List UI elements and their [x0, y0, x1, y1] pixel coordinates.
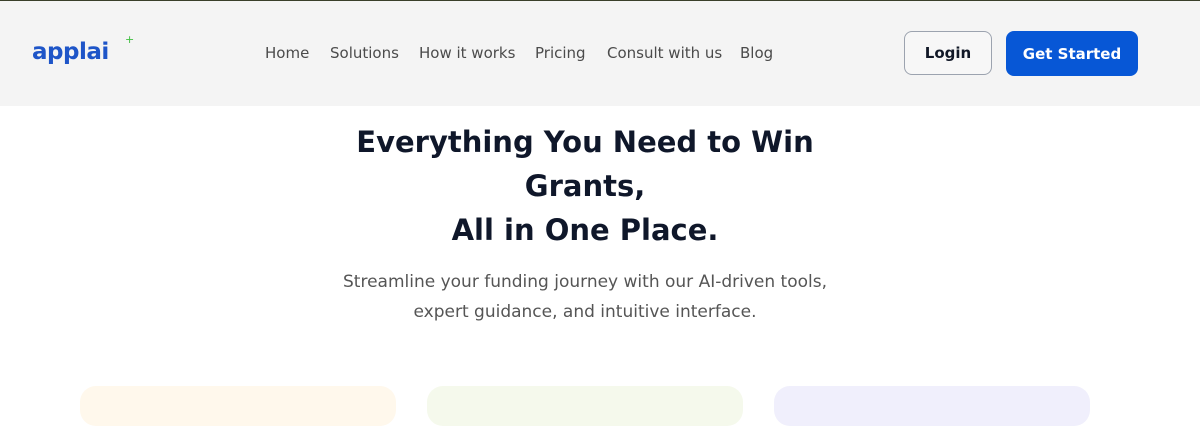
logo-sparkle-icon: +	[125, 33, 135, 46]
feature-card	[427, 386, 743, 426]
hero-subtitle-line: Streamline your funding journey with our…	[343, 272, 827, 292]
nav-pricing[interactable]: Pricing	[535, 44, 586, 62]
hero-subtitle: Streamline your funding journey with our…	[285, 267, 885, 327]
get-started-button[interactable]: Get Started	[1006, 31, 1138, 76]
hero-title-line: All in One Place.	[451, 213, 719, 247]
nav-consult[interactable]: Consult with us	[607, 44, 722, 62]
feature-card	[774, 386, 1090, 426]
nav-how-it-works[interactable]: How it works	[419, 44, 515, 62]
nav-home[interactable]: Home	[265, 44, 309, 62]
login-button[interactable]: Login	[904, 31, 992, 75]
feature-card	[80, 386, 396, 426]
hero-title: Everything You Need to Win Grants, All i…	[300, 120, 870, 252]
site-header: applai + Home Solutions How it works Pri…	[0, 1, 1200, 106]
nav-blog[interactable]: Blog	[740, 44, 773, 62]
brand-logo[interactable]: applai	[32, 39, 109, 65]
hero-subtitle-line: expert guidance, and intuitive interface…	[413, 302, 757, 322]
hero-title-line: Grants,	[524, 169, 646, 203]
nav-solutions[interactable]: Solutions	[330, 44, 399, 62]
hero-title-line: Everything You Need to Win	[356, 125, 814, 159]
